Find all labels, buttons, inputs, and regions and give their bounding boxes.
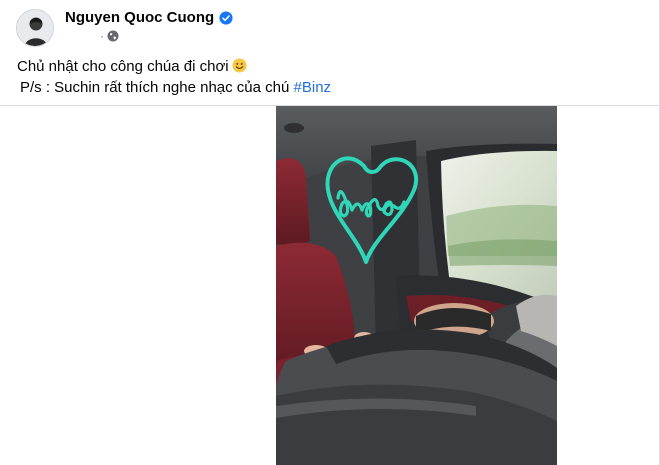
globe-icon[interactable] xyxy=(107,30,119,42)
caption-text: Chủ nhật cho công chúa đi chơi xyxy=(17,58,229,75)
caption-line-1: Chủ nhật cho công chúa đi chơi xyxy=(17,56,331,77)
author-avatar[interactable] xyxy=(16,9,54,47)
video-player[interactable] xyxy=(276,106,557,465)
post-caption: Chủ nhật cho công chúa đi chơi P/s : Suc… xyxy=(17,56,331,98)
caption-text-2: P/s : Suchin rất thích nghe nhạc của chú xyxy=(20,79,290,96)
verified-badge-icon xyxy=(219,10,233,25)
meta-separator: · xyxy=(100,29,104,43)
hashtag-link[interactable]: #Binz xyxy=(294,79,332,96)
author-name[interactable]: Nguyen Quoc Cuong xyxy=(65,9,214,26)
avatar-image xyxy=(17,10,53,46)
author-name-row: Nguyen Quoc Cuong xyxy=(65,9,233,26)
post-header: Nguyen Quoc Cuong · xyxy=(0,0,660,52)
caption-line-2: P/s : Suchin rất thích nghe nhạc của chú… xyxy=(17,77,331,98)
video-frame xyxy=(276,106,557,465)
smiling-face-emoji xyxy=(232,58,247,73)
post-meta: · xyxy=(100,29,119,43)
